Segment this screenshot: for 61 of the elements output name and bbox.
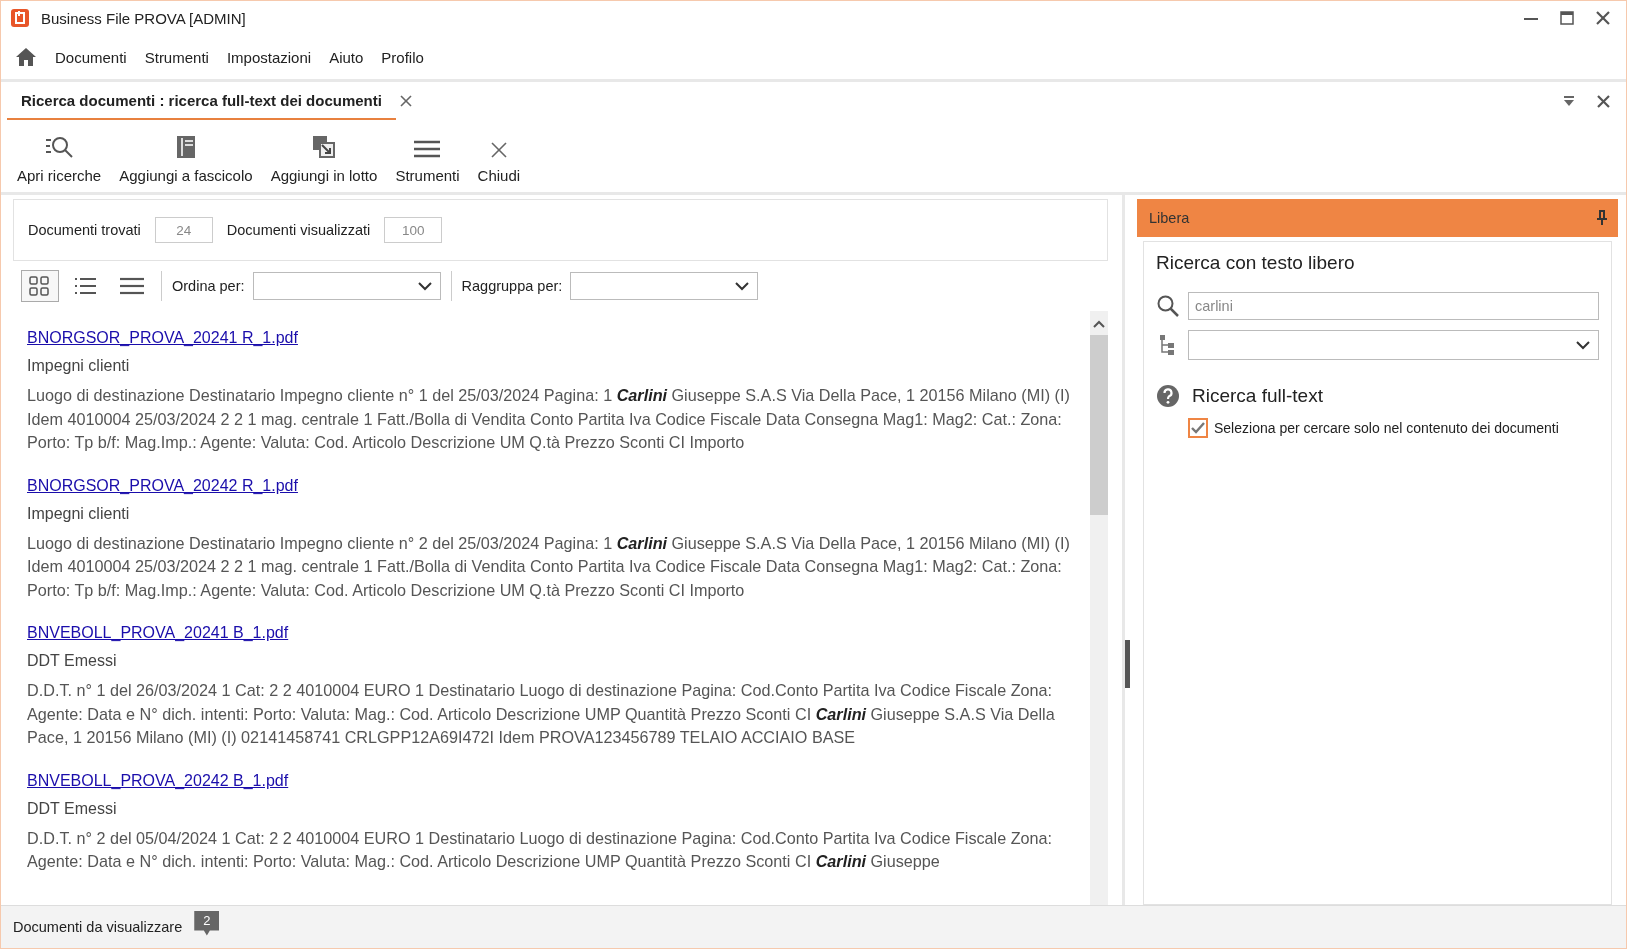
menu-item[interactable]: Documenti [55, 48, 127, 66]
toolbar-button[interactable]: Aggiungi in lotto [270, 135, 378, 184]
panel-heading: Ricerca con testo libero [1156, 252, 1356, 274]
section-title: Ricerca full-text [1192, 385, 1323, 407]
menu-item[interactable]: Impostazioni [226, 48, 312, 66]
document-category: DDT Emessi [27, 652, 118, 670]
file-link[interactable]: BNORGSOR_PROVA_20241 R_1.pdf [27, 329, 298, 347]
grid-view-icon [28, 275, 52, 297]
text-snippet: D.D.T. n° 2 del 05/04/2024 1 Cat: 2 2 4010004 EURO 1 Destinatario Luogo di destinazione Pagina: Cod.Conto Partita Iva Codice Fiscale Zona: Agente: Data e N° dich. intenti: Porto: Valuta: Mag.: Cod. Articolo Descrizione UMP Quantità Prezzo Sconti CI Carlini Giuseppe [27, 827, 1054, 872]
close-icon [489, 141, 508, 159]
stacked-squares-icon [312, 135, 336, 159]
file-link[interactable]: BNVEBOLL_PROVA_20241 B_1.pdf [27, 624, 289, 642]
search-icon [44, 135, 75, 159]
panel-title: Libera [1149, 210, 1190, 226]
close-icon[interactable] [1597, 94, 1610, 108]
sort-label: Ordina per: [172, 278, 245, 294]
dropdown-arrow-icon[interactable] [1563, 96, 1575, 106]
maximize-icon[interactable] [1560, 11, 1574, 25]
chevron-down-icon [735, 281, 750, 291]
pin-icon[interactable] [1596, 210, 1608, 226]
view-mode-button[interactable] [21, 270, 59, 302]
menu-icon [414, 139, 441, 159]
text-snippet: Luogo di destinazione Destinatario Impegno cliente n° 1 del 25/03/2024 Pagina: 1 Carlini Giuseppe S.A.S Via Della Pace, 1 20156 Milano (MI) (I) Idem 4010004 25/03/2024 2 2 1 mag. centrale 1 Fatt./Bolla di Vendita Conto Partita Iva Codice Fiscale Data Consegna Mag1: Mag2: Cat.: Zona: Porto: Tp b/f: Mag.Imp.: Agente: Valuta: Cod. Articolo Descrizione UM Q.tà Prezzo Sconti CI Importo [27, 385, 1070, 453]
group-label: Raggruppa per: [461, 278, 563, 294]
document-category: Impegni clienti [27, 357, 131, 375]
list-view-icon [74, 275, 98, 297]
close-icon[interactable] [399, 95, 412, 107]
chevron-down-icon [417, 281, 432, 291]
checkbox-label: Seleziona per cercare solo nel contenuto dei documenti [1214, 420, 1559, 436]
app-logo-icon [11, 9, 29, 27]
splitter-handle[interactable] [1125, 640, 1130, 688]
binder-icon [175, 135, 196, 159]
window-title: Business File PROVA [ADMIN] [41, 9, 247, 27]
counter-label: Documenti trovati [28, 222, 141, 238]
file-link[interactable]: BNORGSOR_PROVA_20242 R_1.pdf [27, 476, 298, 495]
counter-label: Documenti visualizzati [226, 222, 371, 238]
menu-item[interactable]: Aiuto [329, 48, 364, 66]
file-link[interactable]: BNVEBOLL_PROVA_20242 B_1.pdf [27, 771, 289, 790]
search-icon [1156, 294, 1180, 318]
counter-field: 24 [154, 217, 213, 243]
document-category: Impegni clienti [27, 504, 131, 523]
menu-item[interactable]: Strumenti [144, 48, 209, 66]
toolbar-button[interactable]: Aggiungi a fascicolo [119, 135, 253, 184]
lines-view-icon [120, 275, 144, 297]
status-label: Documenti da visualizzare [13, 919, 183, 935]
toolbar-button[interactable]: Strumenti [395, 139, 460, 184]
scrollbar[interactable] [1090, 311, 1108, 905]
help-icon[interactable] [1156, 384, 1180, 408]
text-snippet: D.D.T. n° 1 del 26/03/2024 1 Cat: 2 2 4010004 EURO 1 Destinatario Luogo di destinazione Pagina: Cod.Conto Partita Iva Codice Fiscale Zona: Agente: Data e N° dich. intenti: Porto: Valuta: Mag.: Cod. Articolo Descrizione UMP Quantità Prezzo Sconti CI Carlini Giuseppe S.A.S Via Della Pace, 1 20156 Milano (MI) (I) 02141458741 CRLGPP12A69I472I Idem PROVA123456789 TELAIO ACCIAIO BASE [27, 680, 1056, 748]
menu-item[interactable]: Profilo [381, 48, 424, 66]
counter-field: 100 [384, 217, 443, 243]
checkbox[interactable] [1188, 418, 1208, 438]
chevron-down-icon [1576, 340, 1590, 350]
toolbar-button[interactable]: Apri ricerche [17, 135, 102, 184]
search-field[interactable]: carlini [1188, 292, 1599, 320]
count-badge: 2 [194, 910, 220, 936]
toolbar-button[interactable]: Chiudi [477, 141, 521, 184]
close-icon[interactable] [1596, 11, 1610, 25]
document-category: DDT Emessi [27, 799, 118, 818]
text-snippet: Luogo di destinazione Destinatario Impegno cliente n° 2 del 25/03/2024 Pagina: 1 Carlini Giuseppe S.A.S Via Della Pace, 1 20156 Milano (MI) (I) Idem 4010004 25/03/2024 2 2 1 mag. centrale 1 Fatt./Bolla di Vendita Conto Partita Iva Codice Fiscale Data Consegna Mag1: Mag2: Cat.: Zona: Porto: Tp b/f: Mag.Imp.: Agente: Valuta: Cod. Articolo Descrizione UM Q.tà Prezzo Sconti CI Importo [27, 532, 1070, 601]
home-icon[interactable] [15, 47, 37, 67]
